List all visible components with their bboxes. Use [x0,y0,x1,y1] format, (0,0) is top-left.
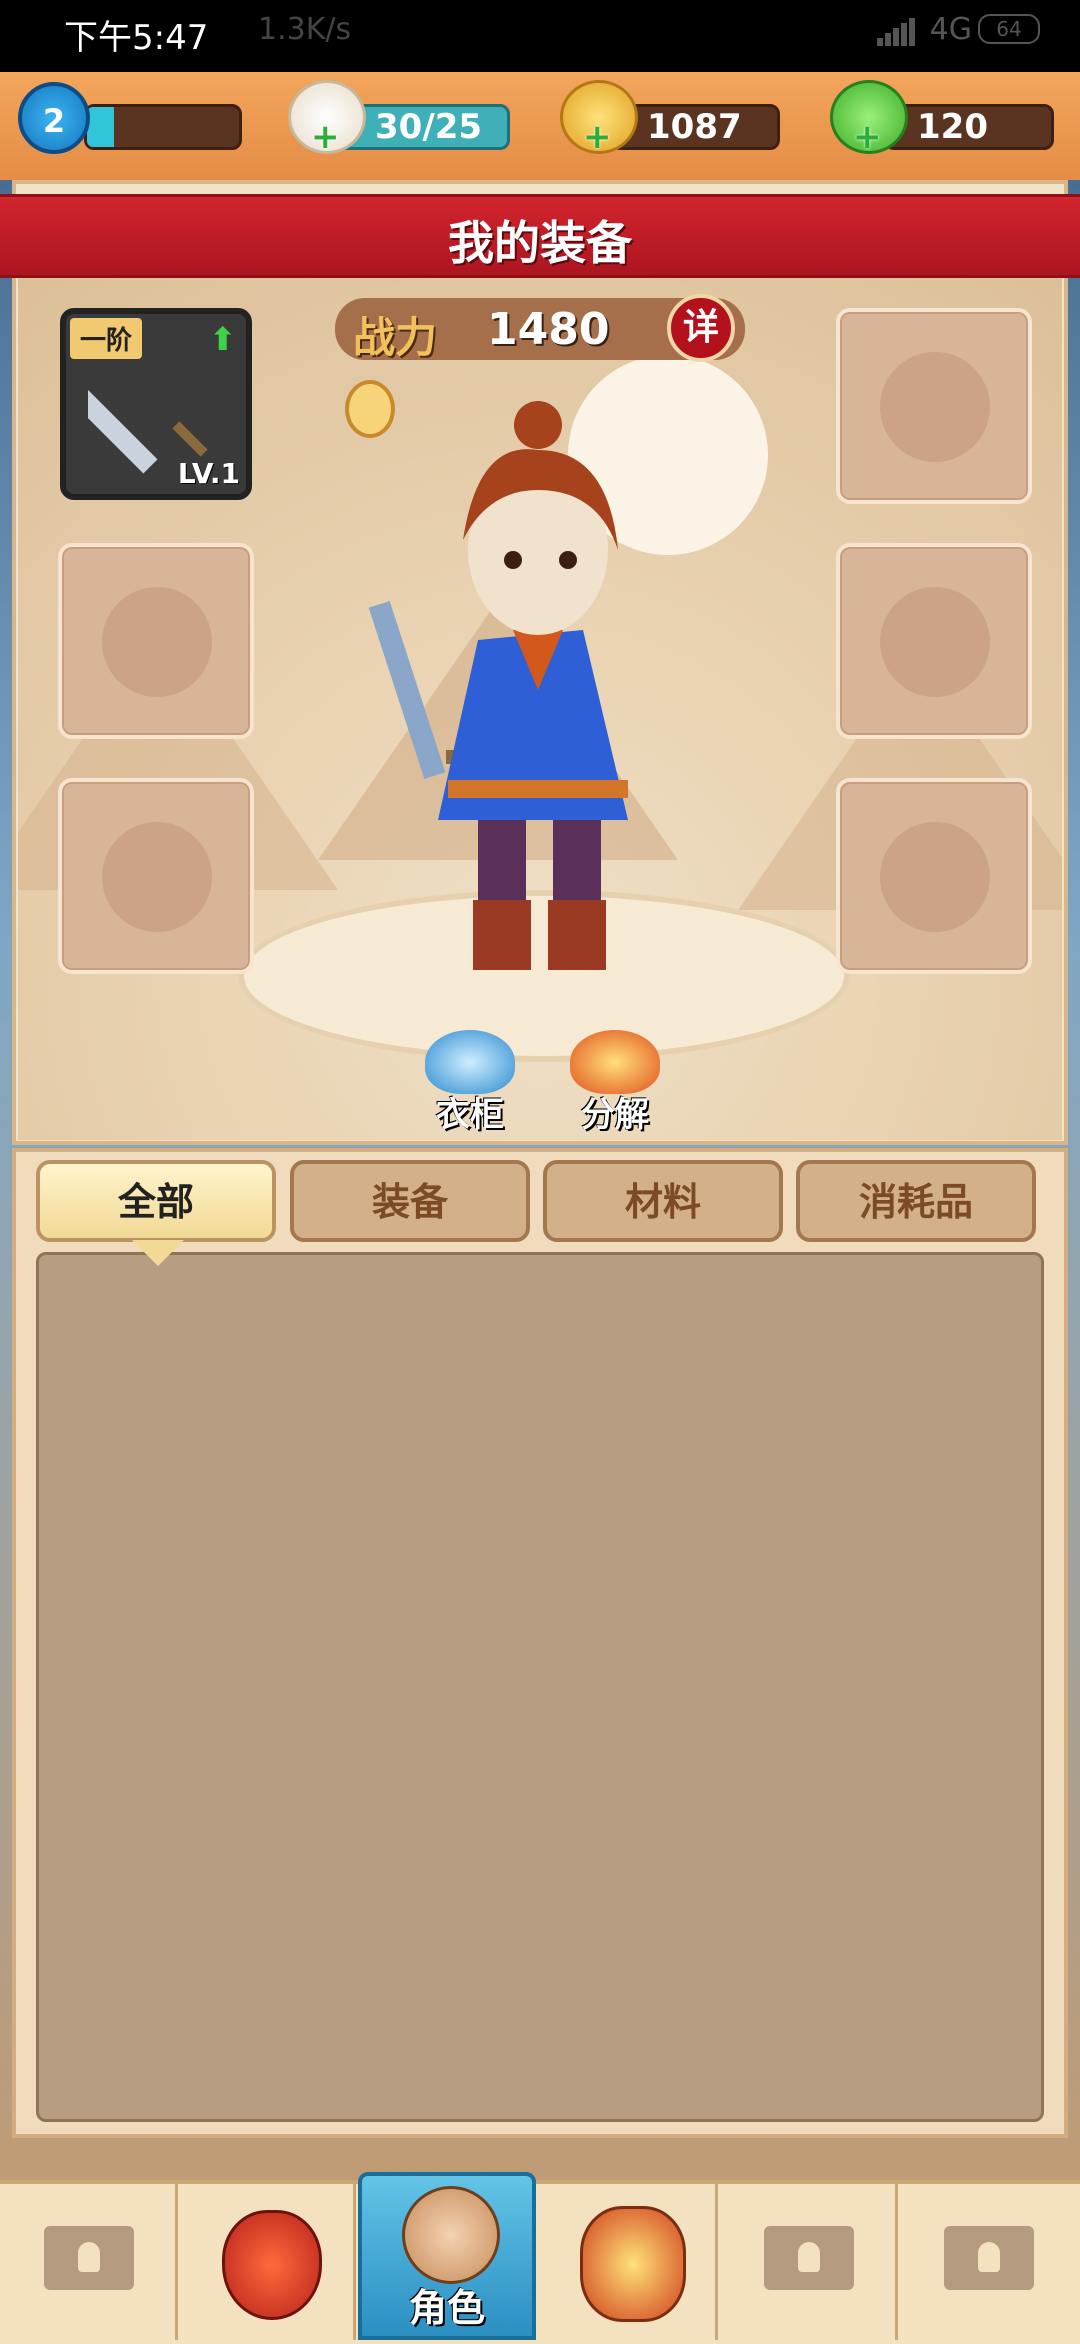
pants-slot[interactable] [836,778,1032,974]
pendant-icon [102,587,212,697]
ring-slot[interactable] [836,543,1032,739]
treasure-icon [580,2206,686,2322]
active-tab-indicator [132,1240,184,1266]
add-gold-icon[interactable]: + [583,117,612,157]
dismantle-button[interactable]: 分解 [560,1030,670,1135]
lock-icon [44,2226,134,2290]
nav-character[interactable]: 角色 [358,2172,536,2340]
boots-icon [102,822,212,932]
add-stamina-icon[interactable]: + [311,117,340,157]
xp-fill [87,107,115,147]
hero-avatar-icon [402,2186,500,2284]
green-leaf-icon: + [830,80,908,157]
amulet-icon[interactable] [345,380,395,438]
pants-icon [880,822,990,932]
combat-power: 战力 1480 详 [335,294,745,362]
nav-locked-1[interactable] [0,2184,178,2340]
page-title: 我的装备 [448,216,632,270]
armor-icon [880,352,990,462]
tab-consumables[interactable]: 消耗品 [796,1160,1036,1242]
ring-icon [880,587,990,697]
nav-treasure[interactable] [540,2184,718,2340]
tab-materials[interactable]: 材料 [543,1160,783,1242]
network-speed: 1.3K/s [258,12,352,47]
add-jade-icon[interactable]: + [853,117,882,157]
gold-value: 1087 [647,107,742,147]
stamina-value: 30/25 [375,107,483,147]
status-bar: 下午5:47 1.3K/s 4G 64 [0,0,1080,72]
nav-locked-3[interactable] [900,2184,1078,2340]
network-type: 4G [929,12,972,47]
power-detail-button[interactable]: 详 [667,294,735,362]
weapon-slot[interactable]: 一阶 ⬆ LV.1 [60,308,252,500]
power-value: 1480 [487,304,610,355]
upgrade-arrow-icon: ⬆ [209,320,236,358]
lock-icon [764,2226,854,2290]
title-banner: 我的装备 [0,194,1080,278]
wardrobe-button[interactable]: 衣柜 [415,1030,525,1135]
weapon-tier: 一阶 [70,318,143,359]
xp-bar [84,104,242,150]
hero-character[interactable] [328,380,748,1020]
boots-slot[interactable] [58,778,254,974]
nav-locked-2[interactable] [720,2184,898,2340]
jade-counter[interactable]: 120 [884,104,1054,150]
wardrobe-icon [425,1030,515,1094]
resource-bar: 2 30/25 + 1087 + 120 + [0,72,1080,180]
tab-all[interactable]: 全部 [36,1160,276,1242]
dismantle-label: 分解 [581,1095,649,1135]
signal-icon [877,18,915,46]
status-time: 下午5:47 [64,18,209,58]
power-label: 战力 [353,313,438,362]
nav-character-label: 角色 [408,2286,485,2330]
jade-value: 120 [917,107,988,147]
weapon-level: LV.1 [177,457,240,490]
tab-equipment[interactable]: 装备 [290,1160,530,1242]
bun-icon: + [288,80,366,157]
gold-leaf-icon: + [560,80,638,157]
wardrobe-label: 衣柜 [436,1095,504,1135]
bag-icon [222,2210,322,2320]
inventory-grid[interactable] [36,1252,1044,2122]
amulet-slot[interactable] [58,543,254,739]
lock-icon [944,2226,1034,2290]
battery-icon: 64 [978,14,1040,44]
nav-bag[interactable] [178,2184,356,2340]
player-level-badge[interactable]: 2 [18,82,90,154]
armor-slot[interactable] [836,308,1032,504]
fire-icon [570,1030,660,1094]
